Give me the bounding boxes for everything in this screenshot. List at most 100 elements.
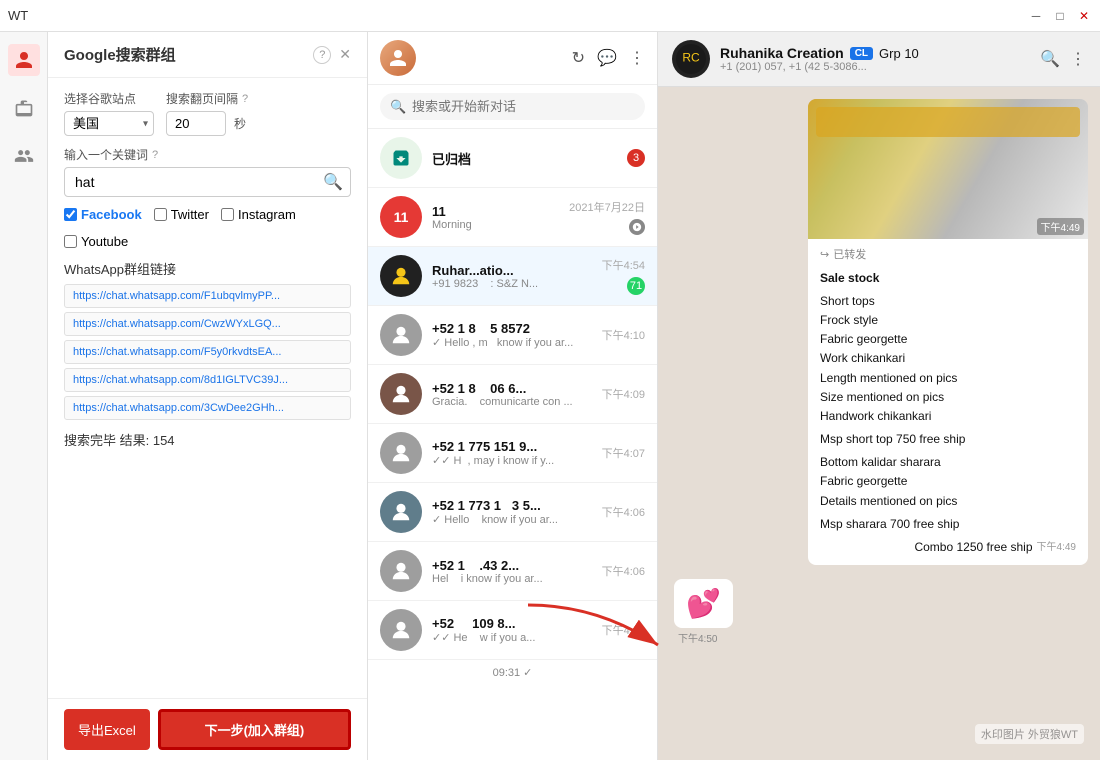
chat-meta-52-6: 下午4:04 (602, 622, 645, 638)
link-item-3[interactable]: https://chat.whatsapp.com/F5y0rkvdtsEA..… (64, 340, 351, 364)
chat-avatar-52-4 (380, 491, 422, 533)
keyword-search-icon[interactable]: 🔍 (323, 172, 343, 192)
minimize-button[interactable]: ─ (1028, 8, 1044, 24)
search-status: 搜索完毕 结果: 154 (64, 430, 351, 449)
chat-item-ruhanika[interactable]: Ruhar...atio... +91 9823 : S&Z N... 下午4:… (368, 247, 657, 306)
link-item-5[interactable]: https://chat.whatsapp.com/3CwDee2GHh... (64, 396, 351, 420)
bottom-buttons: 导出Excel 下一步(加入群组) (48, 698, 367, 760)
facebook-checkbox[interactable]: Facebook (64, 207, 142, 222)
youtube-check-input[interactable] (64, 235, 77, 248)
site-select[interactable]: 美国 (64, 111, 154, 136)
youtube-label: Youtube (81, 234, 128, 249)
youtube-checkbox[interactable]: Youtube (64, 234, 128, 249)
site-select-wrap[interactable]: 美国 (64, 111, 154, 136)
chat-meta-52-3: 下午4:07 (602, 445, 645, 461)
search-chat-icon[interactable]: 🔍 (1040, 49, 1060, 69)
chat-avatar-52-6 (380, 609, 422, 651)
chat-content-52-5: +52 1 .43 2... Hel i know if you ar... (432, 558, 592, 585)
watermark-text: 水印图片 外贸狼WT (981, 726, 1078, 742)
chat-content-52-4: +52 1 773 1 3 5... ✓ Hello know if you a… (432, 498, 592, 526)
chat-name-52-4: +52 1 773 1 3 5... (432, 498, 592, 513)
combo-text: Combo 1250 free ship (914, 538, 1032, 557)
instagram-checkbox[interactable]: Instagram (221, 207, 296, 222)
detail-info: Ruhanika Creation CL Grp 10 +1 (201) 057… (720, 45, 1030, 73)
chat-item-52-4[interactable]: +52 1 773 1 3 5... ✓ Hello know if you a… (368, 483, 657, 542)
detail-menu-icon[interactable]: ⋮ (1070, 49, 1086, 69)
google-panel: Google搜索群组 ? ✕ 选择谷歌站点 美国 (48, 32, 368, 760)
chat-preview-52-6: ✓✓ He w if you a... (432, 631, 592, 644)
maximize-button[interactable]: □ (1052, 8, 1068, 24)
sale-stock: Sale stock (820, 269, 1076, 288)
chat-preview-52-5: Hel i know if you ar... (432, 573, 592, 585)
detail-group-name: Ruhanika Creation (720, 45, 844, 61)
chat-badge-ruhanika: 71 (627, 277, 645, 295)
keyword-label: 输入一个关键词 ? (64, 146, 351, 163)
watermark: 水印图片 外贸狼WT (975, 724, 1084, 744)
window-controls: ─ □ ✕ (1028, 8, 1092, 24)
links-label: WhatsApp群组链接 (64, 259, 351, 278)
chat-item-52-3[interactable]: +52 1 775 151 9... ✓✓ H , may i know if … (368, 424, 657, 483)
close-button[interactable]: ✕ (1076, 8, 1092, 24)
interval-input-row: 秒 (166, 111, 248, 136)
chat-search: 🔍 (368, 85, 657, 129)
chat-icon[interactable]: 💬 (597, 48, 617, 68)
interval-group: 搜索翻页间隔 ? 秒 (166, 90, 248, 136)
archived-label: 已归档 (432, 149, 617, 168)
panel-help-btn[interactable]: ? (313, 46, 331, 64)
chat-name-52-6: +52 109 8... (432, 616, 592, 631)
hearts-message: 💕 下午4:50 (670, 575, 737, 649)
chat-list-panel: ↻ 💬 ⋮ 🔍 已归档 3 (368, 32, 658, 760)
main-container: Google搜索群组 ? ✕ 选择谷歌站点 美国 (0, 32, 1100, 760)
archived-meta: 3 (627, 149, 645, 167)
msg-fabric-georgette-2: Fabric georgette (820, 472, 1076, 491)
chat-content-52-3: +52 1 775 151 9... ✓✓ H , may i know if … (432, 439, 592, 467)
chat-avatar-11: 11 (380, 196, 422, 238)
sidebar-item-briefcase[interactable] (8, 92, 40, 124)
keyword-input-wrap: 🔍 (64, 167, 351, 197)
chat-item-11[interactable]: 11 11 Morning 2021年7月22日 (368, 188, 657, 247)
chat-time-52-4: 下午4:06 (602, 504, 645, 520)
chat-item-52-5[interactable]: +52 1 .43 2... Hel i know if you ar... 下… (368, 542, 657, 601)
refresh-icon[interactable]: ↻ (572, 48, 585, 68)
chat-time-52-6: 下午4:04 (602, 622, 645, 638)
link-item-1[interactable]: https://chat.whatsapp.com/F1ubqvlmyPP... (64, 284, 351, 308)
sidebar-item-users[interactable] (8, 140, 40, 172)
interval-input[interactable] (166, 111, 226, 136)
forwarded-label: ↪ 已转发 (820, 247, 1076, 265)
chat-item-52-2[interactable]: +52 1 8 06 6... Gracia. comunicarte con … (368, 365, 657, 424)
export-excel-button[interactable]: 导出Excel (64, 709, 150, 750)
sidebar-item-person[interactable] (8, 44, 40, 76)
grp-label: Grp 10 (879, 46, 919, 61)
chat-preview-52-2: Gracia. comunicarte con ... (432, 396, 592, 408)
timestamp-divider: 09:31 ✓ (368, 660, 657, 685)
chat-search-input[interactable] (380, 93, 645, 120)
site-group: 选择谷歌站点 美国 (64, 90, 154, 136)
chat-meta-52-2: 下午4:09 (602, 386, 645, 402)
panel-close-btn[interactable]: ✕ (339, 46, 351, 64)
archive-icon-box (380, 137, 422, 179)
link-item-4[interactable]: https://chat.whatsapp.com/8d1IGLTVC39J..… (64, 368, 351, 392)
chat-messages: 下午4:49 ↪ 已转发 Sale stock Short tops Frock… (658, 87, 1100, 760)
chat-block-11 (629, 219, 645, 235)
chat-item-52-6[interactable]: +52 109 8... ✓✓ He w if you a... 下午4:04 (368, 601, 657, 660)
chat-content-ruhanika: Ruhar...atio... +91 9823 : S&Z N... (432, 263, 592, 290)
next-step-button[interactable]: 下一步(加入群组) (158, 709, 351, 750)
image-time: 下午4:49 (1037, 218, 1084, 235)
chat-preview-52-4: ✓ Hello know if you ar... (432, 513, 592, 526)
twitter-check-input[interactable] (154, 208, 167, 221)
menu-icon[interactable]: ⋮ (629, 48, 645, 68)
chat-item-52-1[interactable]: +52 1 8 5 8572 ✓ Hello , m know if you a… (368, 306, 657, 365)
archived-item[interactable]: 已归档 3 (368, 129, 657, 188)
facebook-check-input[interactable] (64, 208, 77, 221)
chat-name-52-3: +52 1 775 151 9... (432, 439, 592, 454)
twitter-checkbox[interactable]: Twitter (154, 207, 209, 222)
interval-help-icon[interactable]: ? (242, 93, 248, 105)
panel-header: Google搜索群组 ? ✕ (48, 32, 367, 78)
keyword-help-icon[interactable]: ? (152, 149, 158, 161)
panel-controls: ? ✕ (313, 46, 351, 64)
chat-preview-52-1: ✓ Hello , m know if you ar... (432, 336, 592, 349)
link-item-2[interactable]: https://chat.whatsapp.com/CwzWYxLGQ... (64, 312, 351, 336)
instagram-check-input[interactable] (221, 208, 234, 221)
chat-time-ruhanika: 下午4:54 (602, 257, 645, 273)
keyword-input[interactable] (64, 167, 351, 197)
